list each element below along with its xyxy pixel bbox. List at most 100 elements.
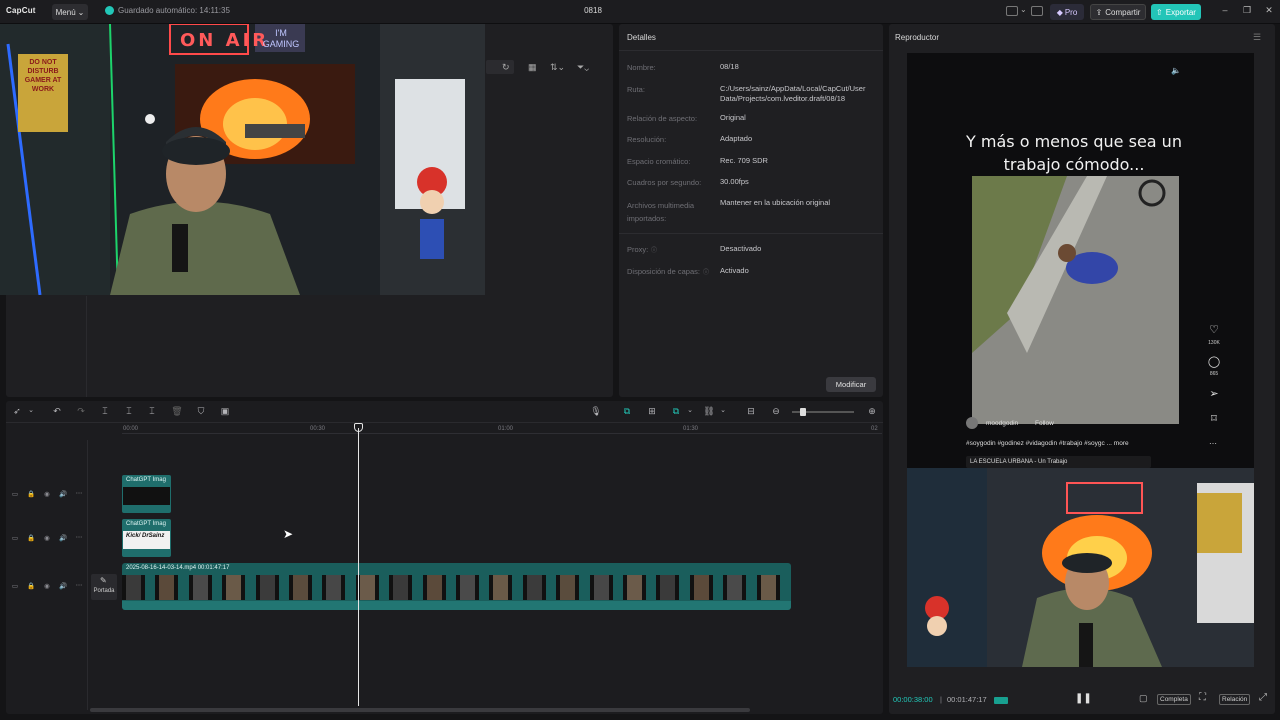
undo-icon[interactable]: ↶ [51, 406, 63, 417]
audio-icon[interactable]: 🔊 [59, 534, 67, 542]
volume-icon[interactable]: 🔈 [1171, 66, 1181, 75]
main-clip-label: 2025-08-16-14-03-14.mp4 00:01:47:17 [126, 565, 230, 571]
search-input[interactable] [486, 60, 514, 74]
main-video-clip[interactable]: 2025-08-16-14-03-14.mp4 00:01:47:17 [122, 563, 791, 610]
timeline-scrollbar[interactable] [90, 708, 750, 712]
layout-chevron-icon[interactable]: ⌄ [1020, 5, 1027, 14]
grid-view-icon[interactable]: ▦ [528, 62, 537, 73]
refresh-icon[interactable]: ↻ [502, 62, 510, 73]
detail-value-aspect: Original [720, 113, 746, 122]
snap-icon[interactable]: ⊞ [646, 406, 658, 417]
filter-icon[interactable]: ⏷⌄ [577, 62, 589, 73]
preview-chevron-icon[interactable]: ⌄ [684, 406, 696, 414]
lock-icon[interactable]: 🔒 [27, 534, 35, 542]
full-quality-button[interactable]: Completa [1157, 694, 1191, 705]
detail-value-name: 08/18 [720, 62, 739, 71]
microphone-icon[interactable]: 🎙 [590, 406, 602, 417]
clip-frame [422, 575, 446, 600]
link-chevron-icon[interactable]: ⌄ [717, 406, 729, 414]
full-quality-label: Completa [1160, 696, 1188, 703]
ratio-button[interactable]: Relación [1219, 694, 1251, 705]
video-caption: Y más o menos que sea un trabajo cómodo.… [966, 132, 1182, 174]
more-icon[interactable]: ⋯ [75, 489, 83, 497]
caption-icon[interactable]: ⊟ [745, 406, 757, 417]
track-toggle-icon[interactable]: ▭ [11, 490, 19, 498]
pause-button[interactable]: ❚❚ [1075, 693, 1092, 704]
trim-left-icon[interactable]: ⌶ [123, 406, 135, 417]
redo-icon[interactable]: ↷ [75, 406, 87, 417]
detail-value-resolution: Adaptado [720, 134, 753, 143]
track-toggle-icon[interactable]: ▭ [11, 534, 19, 542]
select-chevron-icon[interactable]: ⌄ [25, 406, 37, 414]
fullscreen-icon[interactable]: ▢ [1139, 693, 1148, 704]
detail-value-fps: 30.00fps [720, 177, 749, 186]
ruler-line [122, 433, 882, 434]
webcam-overlay: ON AIR I'M GAMING DO NOT DISTURB GAMER A… [0, 24, 485, 295]
image-clip[interactable]: ChatGPT Imag Kick/ DrSainz [122, 519, 171, 557]
playhead-handle[interactable] [354, 423, 363, 432]
crop-icon[interactable]: ⛶ [1199, 692, 1206, 703]
close-icon[interactable]: ✕ [1263, 5, 1275, 16]
audio-icon[interactable]: 🔊 [59, 582, 67, 590]
link-clips-icon[interactable]: ⧉ [621, 406, 633, 417]
layout-icon[interactable] [1006, 6, 1018, 16]
track-toggle-icon[interactable]: ▭ [11, 582, 19, 590]
export-label: Exportar [1165, 7, 1196, 17]
eye-icon[interactable]: ◉ [43, 490, 51, 498]
clip-frame [723, 575, 747, 600]
minimize-icon[interactable]: – [1219, 5, 1231, 15]
audio-icon[interactable]: 🔊 [59, 490, 67, 498]
menu-button[interactable]: Menú ⌄ [52, 4, 88, 20]
info-icon[interactable]: ⓘ [703, 267, 709, 276]
link-icon[interactable]: ⛓ [703, 406, 715, 417]
share-button[interactable]: ⇪ Compartir [1090, 4, 1146, 20]
sort-icon[interactable]: ⇅⌄ [550, 62, 565, 73]
share-icon: ⇪ [1095, 7, 1103, 17]
detail-value-layers: Activado [720, 266, 749, 275]
eye-icon[interactable]: ◉ [43, 534, 51, 542]
app-logo: CapCut [6, 6, 36, 15]
more-icon[interactable]: ⋯ [75, 581, 83, 589]
playhead[interactable] [358, 428, 359, 706]
export-icon: ⇧ [1156, 7, 1163, 17]
hashtags: #soygodin #godinez #vidagodin #trabajo #… [966, 440, 1129, 447]
lock-icon[interactable]: 🔒 [27, 490, 35, 498]
preview-axis-icon[interactable]: ⧉ [670, 406, 682, 417]
detail-label-layers: Disposición de capas: [627, 267, 700, 276]
ruler-tick: 00:30 [310, 426, 326, 432]
zoom-out-icon[interactable]: ⊖ [770, 406, 782, 417]
diamond-icon: ◆ [1056, 7, 1063, 17]
info-icon[interactable]: ⓘ [651, 245, 657, 254]
lock-icon[interactable]: 🔒 [27, 582, 35, 590]
trim-right-icon[interactable]: ⌶ [146, 406, 158, 417]
split-icon[interactable]: ⌶ [99, 406, 111, 417]
pro-button[interactable]: ◆ Pro [1050, 4, 1084, 20]
zoom-slider-handle[interactable] [800, 408, 806, 416]
modify-button[interactable]: Modificar [826, 377, 876, 392]
more-icon[interactable]: ⋯ [75, 533, 83, 541]
clip-frame [623, 575, 646, 600]
player-menu-icon[interactable]: ☰ [1253, 32, 1261, 43]
pro-label: Pro [1064, 7, 1078, 17]
export-button[interactable]: ⇧ Exportar [1151, 4, 1201, 20]
cover-label: Portada [93, 588, 115, 594]
shield-icon[interactable]: ⛉ [195, 406, 207, 417]
autosave-label: Guardado automático: 14:11:35 [118, 6, 230, 15]
cloud-check-icon [105, 6, 114, 15]
image-clip[interactable]: ChatGPT Imag [122, 475, 171, 513]
menu-label: Menú [55, 7, 76, 17]
poster: DO NOT DISTURB GAMER AT WORK [24, 59, 62, 93]
delete-icon[interactable]: 🗑 [171, 406, 183, 417]
maximize-icon[interactable]: ❐ [1241, 5, 1253, 16]
media-add-icon[interactable]: ▣ [219, 406, 231, 417]
shortcuts-icon[interactable] [1031, 6, 1043, 16]
project-title: 0818 [584, 6, 602, 15]
zoom-in-icon[interactable]: ⊕ [866, 406, 878, 417]
expand-icon[interactable]: ⤢ [1259, 692, 1267, 703]
time-separator: | [940, 695, 942, 704]
clip-thumbnail [123, 487, 170, 505]
eye-icon[interactable]: ◉ [43, 582, 51, 590]
detail-label-aspect: Relación de aspecto: [627, 114, 698, 123]
clip-frame [355, 575, 379, 600]
select-tool-icon[interactable]: ➶ [11, 406, 23, 417]
